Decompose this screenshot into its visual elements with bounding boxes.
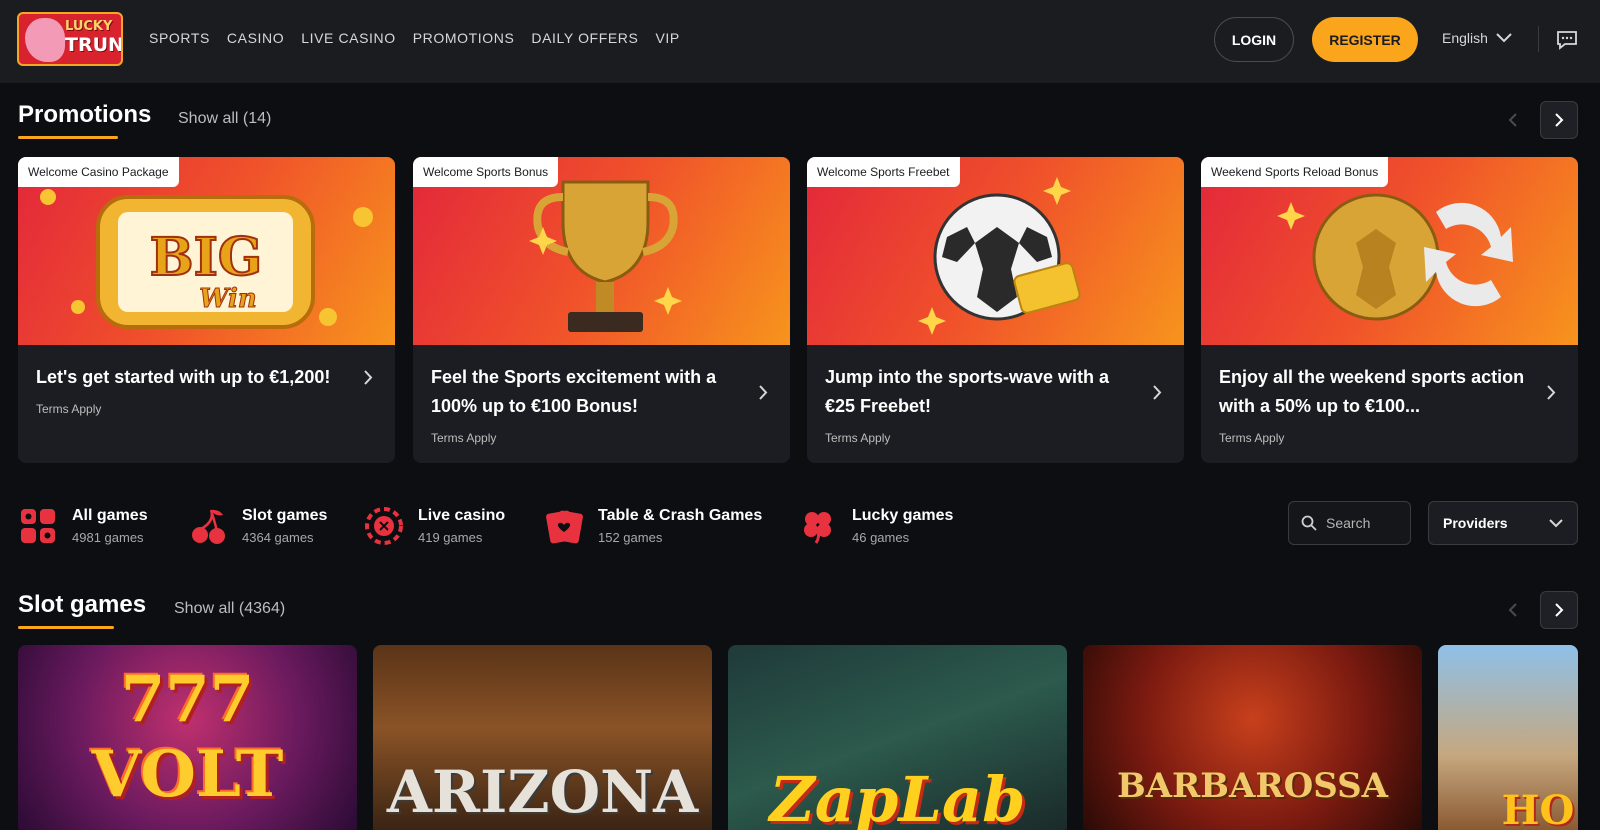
grid-icon [18, 506, 58, 546]
card-icon [544, 506, 584, 546]
game-title: ZapLab [769, 763, 1026, 830]
promo-terms[interactable]: Terms Apply [1219, 431, 1284, 445]
chevron-left-icon [1508, 603, 1517, 617]
promo-terms[interactable]: Terms Apply [431, 431, 496, 445]
promo-terms[interactable]: Terms Apply [825, 431, 890, 445]
nav-promotions[interactable]: PROMOTIONS [413, 30, 515, 46]
cherry-icon [188, 506, 228, 546]
slot-games-title: Slot games [18, 591, 146, 629]
svg-text:Win: Win [199, 284, 257, 314]
chevron-right-icon [759, 385, 768, 400]
promo-title: Jump into the sports-wave with a €25 Fre… [825, 367, 1110, 416]
promo-card[interactable]: Weekend Sports Reload Bonus Enjoy all th… [1201, 157, 1578, 463]
chevron-right-icon [1555, 113, 1564, 127]
title-underline [18, 626, 114, 629]
promo-title: Let's get started with up to €1,200! [36, 367, 331, 387]
chat-icon[interactable] [1556, 30, 1578, 50]
promo-image: Welcome Sports Freebet [807, 157, 1184, 345]
category-count: 419 games [418, 530, 483, 545]
game-tile[interactable]: ZapLab [728, 645, 1067, 830]
slots-prev-button[interactable] [1494, 591, 1532, 629]
language-selector[interactable]: English [1442, 30, 1512, 46]
game-title: HO [1501, 787, 1575, 830]
promo-tag: Weekend Sports Reload Bonus [1201, 157, 1389, 187]
chevron-down-icon [1549, 518, 1563, 527]
game-tile[interactable]: ARIZONA [373, 645, 712, 830]
logo-text-line2: TRUNK [65, 34, 123, 56]
providers-label: Providers [1443, 515, 1508, 531]
svg-text:BIG: BIG [150, 227, 263, 288]
category-count: 4981 games [72, 530, 144, 545]
promotions-title: Promotions [18, 101, 151, 139]
promo-card[interactable]: Welcome Sports Bonus Feel the Sports exc… [413, 157, 790, 463]
search-input[interactable] [1326, 515, 1406, 531]
category-count: 46 games [852, 530, 910, 545]
promotions-prev-button[interactable] [1494, 101, 1532, 139]
providers-dropdown[interactable]: Providers [1428, 501, 1578, 545]
title-underline [18, 136, 118, 139]
game-tile[interactable]: 777 VOLT [18, 645, 357, 830]
promo-tag: Welcome Casino Package [18, 157, 179, 187]
category-all-games[interactable]: All games 4981 games [18, 506, 148, 546]
clover-icon [798, 506, 838, 546]
elephant-icon [25, 18, 65, 62]
nav-sports[interactable]: SPORTS [149, 30, 210, 46]
header-divider [1538, 26, 1539, 52]
promotions-show-all[interactable]: Show all (14) [178, 110, 271, 128]
category-name: Lucky games [852, 507, 954, 524]
promo-title: Feel the Sports excitement with a 100% u… [431, 367, 717, 416]
chevron-right-icon [1555, 603, 1564, 617]
category-count: 152 games [598, 530, 663, 545]
category-name: All games [72, 507, 148, 524]
promo-card[interactable]: Welcome Sports Freebet Jump into the spo… [807, 157, 1184, 463]
nav-live-casino[interactable]: LIVE CASINO [301, 30, 396, 46]
category-live-casino[interactable]: Live casino 419 games [364, 506, 505, 546]
top-header: LUCKY TRUNK SPORTS CASINO LIVE CASINO PR… [0, 0, 1600, 83]
game-title: 777 VOLT [91, 662, 284, 812]
lucky-trunk-logo[interactable]: LUCKY TRUNK [17, 12, 123, 66]
category-name: Slot games [242, 507, 328, 524]
language-label: English [1442, 30, 1488, 46]
category-count: 4364 games [242, 530, 314, 545]
chevron-right-icon [364, 370, 373, 385]
chevron-right-icon [1547, 385, 1556, 400]
game-tile[interactable]: HO [1438, 645, 1578, 830]
game-title: BARBAROSSA [1116, 766, 1389, 806]
promo-title: Enjoy all the weekend sports action with… [1219, 367, 1525, 416]
promotions-next-button[interactable] [1540, 101, 1578, 139]
chevron-right-icon [1153, 385, 1162, 400]
nav-casino[interactable]: CASINO [227, 30, 284, 46]
login-button[interactable]: LOGIN [1214, 17, 1294, 62]
category-name: Table & Crash Games [598, 507, 763, 524]
promo-image: Weekend Sports Reload Bonus [1201, 157, 1578, 345]
category-lucky-games[interactable]: Lucky games 46 games [798, 506, 953, 546]
promo-card[interactable]: BIG Win Welcome Casino Package Let's get… [18, 157, 395, 463]
nav-daily-offers[interactable]: DAILY OFFERS [531, 30, 638, 46]
nav-vip[interactable]: VIP [655, 30, 679, 46]
chevron-down-icon [1496, 33, 1512, 43]
register-button[interactable]: REGISTER [1312, 17, 1418, 62]
promo-image: Welcome Sports Bonus [413, 157, 790, 345]
category-table-crash-games[interactable]: Table & Crash Games 152 games [544, 506, 762, 546]
category-slot-games[interactable]: Slot games 4364 games [188, 506, 327, 546]
slot-games-show-all[interactable]: Show all (4364) [174, 600, 285, 618]
category-name: Live casino [418, 507, 506, 524]
game-title: ARIZONA [386, 758, 699, 826]
promo-tag: Welcome Sports Freebet [807, 157, 960, 187]
chip-icon [364, 506, 404, 546]
logo-text-line1: LUCKY [65, 19, 113, 34]
promo-image: BIG Win Welcome Casino Package [18, 157, 395, 345]
slots-next-button[interactable] [1540, 591, 1578, 629]
promo-tag: Welcome Sports Bonus [413, 157, 559, 187]
chevron-left-icon [1508, 113, 1517, 127]
promo-terms[interactable]: Terms Apply [36, 402, 101, 416]
main-nav: SPORTS CASINO LIVE CASINO PROMOTIONS DAI… [149, 30, 680, 46]
search-icon [1301, 515, 1317, 531]
game-search[interactable] [1288, 501, 1411, 545]
game-tile[interactable]: BARBAROSSA [1083, 645, 1422, 830]
